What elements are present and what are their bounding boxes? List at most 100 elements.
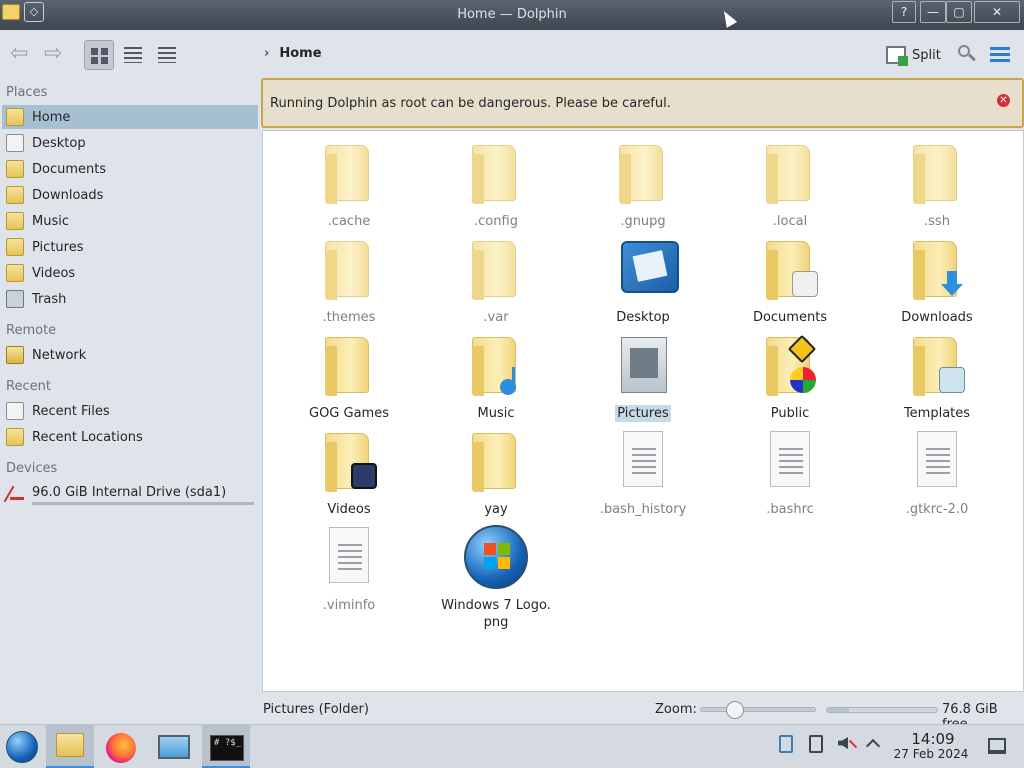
taskbar-system-settings[interactable] [150,725,198,768]
text-file-icon [917,431,957,487]
clock-date[interactable]: 27 Feb 2024 [889,747,973,761]
file-item-cache[interactable]: .cache [275,141,423,230]
mute-mark [848,739,858,749]
devices-section-title: Devices [6,461,58,476]
search-button[interactable] [956,44,976,64]
file-item-public[interactable]: Public [716,333,864,422]
tray-clipboard[interactable] [776,733,798,755]
file-item-bash-history[interactable]: .bash_history [569,429,717,518]
tray-expand[interactable] [864,733,886,755]
file-item-yay[interactable]: yay [422,429,570,518]
videos-folder-icon [6,264,24,282]
file-name: yay [484,502,508,517]
file-item-templates[interactable]: Templates [863,333,1011,422]
split-button[interactable]: Split [886,44,941,66]
file-name: Public [770,406,810,421]
details-view-button[interactable] [152,40,182,70]
close-banner-icon[interactable]: ✕ [997,94,1010,107]
sidebar-item-recent-files[interactable]: Recent Files [2,399,258,423]
file-name: Desktop [616,310,670,325]
file-name: .viminfo [322,598,376,613]
taskbar-terminal[interactable]: # ?$_ [202,725,250,768]
zoom-slider[interactable] [700,701,816,719]
show-desktop-icon[interactable] [988,738,1006,754]
drive-usage-bar [32,502,254,505]
sidebar-item-internal-drive[interactable]: 96.0 GiB Internal Drive (sda1) [2,480,258,504]
icons-view-button[interactable] [84,40,114,70]
zoom-slider-handle[interactable] [726,701,745,719]
taskbar-firefox[interactable] [98,725,146,768]
folder-icon [913,145,957,204]
compact-view-button[interactable] [118,40,148,70]
sidebar-item-label: Pictures [32,239,84,255]
file-item-viminfo[interactable]: .viminfo [275,525,423,614]
windows-logo-image-icon [464,525,528,589]
sidebar-item-trash[interactable]: Trash [2,287,258,311]
sidebar-item-pictures[interactable]: Pictures [2,235,258,259]
file-item-pictures[interactable]: Pictures [569,333,717,422]
public-globe-icon [790,367,816,393]
file-item-downloads[interactable]: Downloads [863,237,1011,326]
file-item-documents[interactable]: Documents [716,237,864,326]
file-name: Documents [752,310,828,325]
file-item-local[interactable]: .local [716,141,864,230]
desktop-icon [6,134,24,152]
clock-time[interactable]: 14:09 [895,730,971,748]
file-name: .bashrc [766,502,814,517]
sidebar-item-videos[interactable]: Videos [2,261,258,285]
sidebar-item-downloads[interactable]: Downloads [2,183,258,207]
help-button[interactable]: ? [892,1,916,23]
sidebar-item-label: Desktop [32,135,86,151]
taskbar: # ?$_ [0,724,1024,768]
folder-icon [472,433,516,492]
breadcrumb-home[interactable]: Home [279,46,321,61]
file-item-gnupg[interactable]: .gnupg [569,141,717,230]
file-name: GOG Games [309,406,389,421]
file-view[interactable]: .cache .config .gnupg .local .ssh .theme… [262,130,1024,692]
file-name: .local [772,214,808,229]
breadcrumb[interactable]: › Home [264,46,322,61]
file-item-bashrc[interactable]: .bashrc [716,429,864,518]
minimize-button[interactable]: — [920,1,946,23]
file-name: Music [477,406,515,421]
maximize-button[interactable]: ▢ [946,1,972,23]
network-folder-icon [6,346,24,364]
drive-icon [6,483,24,501]
file-item-var[interactable]: .var [422,237,570,326]
sidebar-item-label: Videos [32,265,76,281]
close-button[interactable]: ✕ [974,1,1020,23]
recent-files-icon [6,402,24,420]
file-item-music[interactable]: Music [422,333,570,422]
file-name: Windows 7 Logo. png [441,598,551,630]
file-item-ssh[interactable]: .ssh [863,141,1011,230]
sidebar-item-documents[interactable]: Documents [2,157,258,181]
forward-arrow-icon[interactable]: ⇨ [44,42,74,66]
file-item-config[interactable]: .config [422,141,570,230]
file-name: .cache [327,214,371,229]
text-file-icon [623,431,663,487]
sidebar-item-home[interactable]: Home [2,105,258,129]
file-item-gtkrc[interactable]: .gtkrc-2.0 [863,429,1011,518]
file-item-gog-games[interactable]: GOG Games [275,333,423,422]
file-item-themes[interactable]: .themes [275,237,423,326]
tray-volume[interactable] [836,733,858,755]
file-name: Videos [327,502,371,517]
tray-clipboard-manager[interactable] [806,733,828,755]
music-note-icon [498,367,524,395]
hamburger-menu-icon[interactable] [990,47,1010,63]
back-arrow-icon[interactable]: ⇦ [10,42,40,66]
sidebar-item-network[interactable]: Network [2,343,258,367]
toolbar: ⇦ ⇨ › Home Split [0,30,1024,78]
folder-icon [472,241,516,300]
sidebar-item-desktop[interactable]: Desktop [2,131,258,155]
file-item-windows-7-logo[interactable]: Windows 7 Logo. png [422,525,570,631]
remote-section-title: Remote [6,323,57,338]
application-launcher-button[interactable] [0,725,48,768]
file-item-desktop[interactable]: Desktop [569,237,717,326]
taskbar-dolphin[interactable] [46,725,94,768]
sidebar-item-recent-locations[interactable]: Recent Locations [2,425,258,449]
pictures-folder-icon [621,337,667,393]
sidebar-item-music[interactable]: Music [2,209,258,233]
file-item-videos[interactable]: Videos [275,429,423,518]
sidebar-item-label: Trash [32,291,67,307]
